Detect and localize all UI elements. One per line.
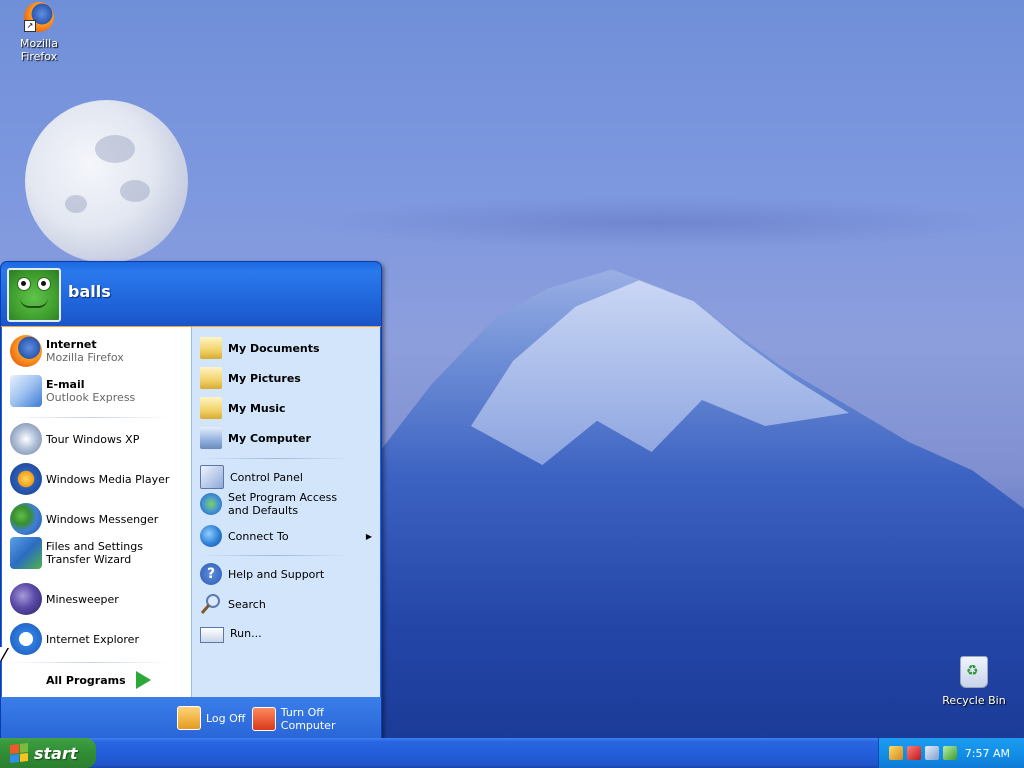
item-label: Search xyxy=(228,597,266,611)
messenger-icon xyxy=(10,503,42,535)
recent-item-internet-explorer[interactable]: Internet Explorer xyxy=(10,623,139,655)
network-icon[interactable] xyxy=(889,746,903,760)
start-button[interactable]: start xyxy=(0,738,96,768)
internet-explorer-icon xyxy=(10,623,42,655)
minesweeper-icon xyxy=(10,583,42,615)
item-label: Help and Support xyxy=(228,567,325,581)
item-label: My Computer xyxy=(228,431,311,445)
folder-icon xyxy=(200,367,222,389)
item-label: Minesweeper xyxy=(46,592,119,606)
desktop-icon-label: Mozilla Firefox xyxy=(20,37,58,63)
item-label: Internet Explorer xyxy=(46,632,139,646)
firefox-icon: ↗ xyxy=(24,2,54,32)
wireless-icon[interactable] xyxy=(925,746,939,760)
item-label: Windows Messenger xyxy=(46,512,159,526)
run-item[interactable]: Run... xyxy=(200,623,262,643)
connect-icon xyxy=(200,525,222,547)
item-label: My Pictures xyxy=(228,371,301,385)
start-menu: balls Internet Mozilla Firefox E-mail Ou… xyxy=(0,261,382,739)
folder-icon xyxy=(200,397,222,419)
clock[interactable]: 7:57 AM xyxy=(965,747,1010,760)
desktop-icon-label: Recycle Bin xyxy=(942,694,1006,707)
item-label: E-mail xyxy=(46,378,85,391)
recycle-bin-icon xyxy=(960,656,988,688)
shortcut-arrow-icon: ↗ xyxy=(24,20,36,32)
folder-icon xyxy=(200,337,222,359)
turn-off-label: Turn Off Computer xyxy=(280,706,336,732)
start-menu-right-pane: My Documents My Pictures My Music My Com… xyxy=(191,327,380,697)
place-my-music[interactable]: My Music xyxy=(200,397,286,419)
log-off-label: Log Off xyxy=(206,711,246,725)
transfer-wizard-icon xyxy=(10,537,42,569)
start-menu-footer: Log Off Turn Off Computer xyxy=(1,697,381,738)
security-shield-icon[interactable] xyxy=(907,746,921,760)
desktop-icon-firefox[interactable]: ↗ Mozilla Firefox xyxy=(2,2,76,63)
program-access-icon xyxy=(200,493,222,515)
media-player-icon xyxy=(10,463,42,495)
setting-program-access[interactable]: Set Program Access and Defaults xyxy=(200,491,358,517)
key-icon xyxy=(177,706,201,730)
place-my-pictures[interactable]: My Pictures xyxy=(200,367,301,389)
item-label: Windows Media Player xyxy=(46,472,170,486)
help-and-support[interactable]: ? Help and Support xyxy=(200,563,324,585)
item-label: My Music xyxy=(228,401,286,415)
turn-off-button[interactable]: Turn Off Computer xyxy=(252,706,381,732)
safely-remove-icon[interactable] xyxy=(943,746,957,760)
start-menu-header: balls xyxy=(1,262,381,327)
separator xyxy=(200,458,350,459)
place-my-computer[interactable]: My Computer xyxy=(200,427,311,449)
separator xyxy=(200,555,350,556)
place-my-documents[interactable]: My Documents xyxy=(200,337,320,359)
separator xyxy=(10,417,170,418)
submenu-arrow-icon: ▶ xyxy=(365,531,372,541)
avatar[interactable] xyxy=(7,268,61,322)
green-arrow-icon xyxy=(135,671,151,689)
start-menu-left-pane: Internet Mozilla Firefox E-mail Outlook … xyxy=(2,327,191,697)
search-icon xyxy=(200,593,222,615)
computer-icon xyxy=(200,427,222,449)
desktop-icon-recycle-bin[interactable]: Recycle Bin xyxy=(938,656,1010,707)
tour-xp-icon xyxy=(10,423,42,455)
firefox-icon xyxy=(10,335,42,367)
item-label: Tour Windows XP xyxy=(46,432,140,446)
separator xyxy=(10,662,170,663)
item-sublabel: Mozilla Firefox xyxy=(46,351,124,364)
recent-item-messenger[interactable]: Windows Messenger xyxy=(10,503,158,535)
item-label: Run... xyxy=(230,626,262,640)
control-panel-icon xyxy=(200,465,224,489)
setting-control-panel[interactable]: Control Panel xyxy=(200,465,303,489)
power-icon xyxy=(252,707,276,731)
item-label: Control Panel xyxy=(230,470,303,484)
run-icon xyxy=(200,627,224,643)
user-name: balls xyxy=(68,282,111,301)
recent-item-minesweeper[interactable]: Minesweeper xyxy=(10,583,119,615)
all-programs-button[interactable]: All Programs xyxy=(46,671,151,689)
item-label: Set Program Access and Defaults xyxy=(228,491,338,517)
log-off-button[interactable]: Log Off xyxy=(177,706,245,730)
setting-connect-to[interactable]: Connect To ▶ xyxy=(200,525,372,547)
recent-item-media-player[interactable]: Windows Media Player xyxy=(10,463,169,495)
search-item[interactable]: Search xyxy=(200,593,266,615)
cloud-band xyxy=(300,195,1020,250)
system-tray: 7:57 AM xyxy=(878,738,1024,768)
item-sublabel: Outlook Express xyxy=(46,391,136,404)
help-icon: ? xyxy=(200,563,222,585)
mouse-cursor-icon xyxy=(0,647,8,661)
item-label: Files and Settings Transfer Wizard xyxy=(46,540,143,566)
outlook-express-icon xyxy=(10,375,42,407)
all-programs-label: All Programs xyxy=(46,673,126,687)
pinned-item-email[interactable]: E-mail Outlook Express xyxy=(10,375,135,407)
start-label: start xyxy=(34,743,78,763)
taskbar: start 7:57 AM xyxy=(0,738,1024,768)
item-label: Connect To xyxy=(228,529,289,543)
item-label: Internet xyxy=(46,338,97,351)
recent-item-transfer-wizard[interactable]: Files and Settings Transfer Wizard xyxy=(10,537,181,569)
moon xyxy=(25,100,188,263)
item-label: My Documents xyxy=(228,341,320,355)
recent-item-tour-xp[interactable]: Tour Windows XP xyxy=(10,423,139,455)
windows-logo-icon xyxy=(10,743,28,763)
pinned-item-internet[interactable]: Internet Mozilla Firefox xyxy=(10,335,124,367)
